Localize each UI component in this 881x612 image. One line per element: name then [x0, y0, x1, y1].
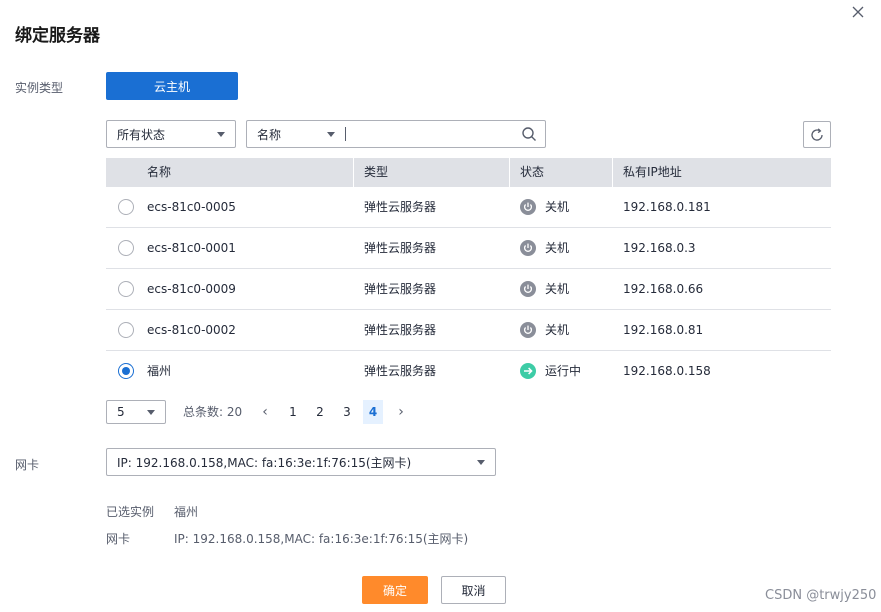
- row-ip: 192.168.0.181: [623, 200, 711, 214]
- nic-label: 网卡: [15, 458, 40, 472]
- row-radio[interactable]: [118, 322, 134, 338]
- cancel-button[interactable]: 取消: [441, 576, 506, 604]
- row-status: 关机: [545, 323, 570, 337]
- row-name: ecs-81c0-0001: [147, 241, 236, 255]
- row-ip: 192.168.0.66: [623, 282, 704, 296]
- instance-type-label: 实例类型: [15, 81, 64, 95]
- row-name: 福州: [147, 364, 172, 378]
- page-size-value: 5: [117, 405, 125, 419]
- refresh-button[interactable]: [803, 121, 831, 148]
- row-type: 弹性云服务器: [364, 323, 437, 337]
- table-row[interactable]: ecs-81c0-0005 弹性云服务器 关机 192.168.0.181: [106, 187, 831, 228]
- next-page-icon[interactable]: ›: [393, 400, 409, 424]
- power-icon: [520, 281, 536, 297]
- row-type: 弹性云服务器: [364, 282, 437, 296]
- row-status: 关机: [545, 282, 570, 296]
- chevron-down-icon: [477, 460, 485, 465]
- table-row[interactable]: ecs-81c0-0001 弹性云服务器 关机 192.168.0.3: [106, 228, 831, 269]
- prev-page-icon[interactable]: ‹: [257, 400, 273, 424]
- row-name: ecs-81c0-0002: [147, 323, 236, 337]
- nic-select[interactable]: IP: 192.168.0.158,MAC: fa:16:3e:1f:76:15…: [106, 448, 496, 476]
- selected-nic-label: 网卡: [106, 532, 131, 546]
- row-name: ecs-81c0-0005: [147, 200, 236, 214]
- row-radio-selected[interactable]: [118, 363, 134, 379]
- column-separator: [509, 158, 510, 187]
- nic-select-value: IP: 192.168.0.158,MAC: fa:16:3e:1f:76:15…: [117, 455, 412, 470]
- dialog-title: 绑定服务器: [15, 26, 100, 46]
- running-arrow-icon: [520, 363, 536, 379]
- search-field-value: 名称: [257, 127, 282, 142]
- column-header-status: 状态: [520, 165, 545, 179]
- selected-nic-value: IP: 192.168.0.158,MAC: fa:16:3e:1f:76:15…: [174, 532, 469, 546]
- column-header-name: 名称: [147, 165, 172, 179]
- confirm-button[interactable]: 确定: [362, 576, 428, 604]
- row-ip: 192.168.0.81: [623, 323, 704, 337]
- row-status: 运行中: [545, 364, 582, 378]
- row-name: ecs-81c0-0009: [147, 282, 236, 296]
- row-type: 弹性云服务器: [364, 241, 437, 255]
- column-separator: [612, 158, 613, 187]
- row-radio[interactable]: [118, 199, 134, 215]
- status-filter-value: 所有状态: [117, 127, 166, 142]
- row-type: 弹性云服务器: [364, 200, 437, 214]
- pagination: 5 总条数: 20 ‹ 1 2 3 4 ›: [106, 400, 426, 424]
- row-radio[interactable]: [118, 281, 134, 297]
- row-status: 关机: [545, 200, 570, 214]
- table-row[interactable]: 福州 弹性云服务器 运行中 192.168.0.158: [106, 351, 831, 392]
- refresh-icon: [811, 127, 823, 141]
- table-row[interactable]: ecs-81c0-0002 弹性云服务器 关机 192.168.0.81: [106, 310, 831, 351]
- search-icon[interactable]: [521, 126, 537, 142]
- page-1[interactable]: 1: [283, 400, 303, 424]
- selected-instance-value: 福州: [174, 505, 199, 519]
- watermark: CSDN @trwjy250: [765, 588, 877, 603]
- power-icon: [520, 322, 536, 338]
- row-radio[interactable]: [118, 240, 134, 256]
- row-type: 弹性云服务器: [364, 364, 437, 378]
- chevron-down-icon: [217, 132, 225, 137]
- row-ip: 192.168.0.158: [623, 364, 711, 378]
- table-body: ecs-81c0-0005 弹性云服务器 关机 192.168.0.181 ec…: [106, 187, 831, 392]
- cursor-divider: [345, 127, 346, 141]
- chevron-down-icon: [147, 410, 155, 415]
- row-ip: 192.168.0.3: [623, 241, 696, 255]
- status-filter-select[interactable]: 所有状态: [106, 120, 236, 148]
- column-header-type: 类型: [364, 165, 389, 179]
- row-status: 关机: [545, 241, 570, 255]
- power-icon: [520, 199, 536, 215]
- total-count: 总条数: 20: [183, 405, 243, 419]
- search-field-select[interactable]: 名称: [247, 121, 343, 147]
- selected-instance-label: 已选实例: [106, 505, 155, 519]
- close-icon[interactable]: [850, 4, 866, 20]
- table-row[interactable]: ecs-81c0-0009 弹性云服务器 关机 192.168.0.66: [106, 269, 831, 310]
- cloud-host-button[interactable]: 云主机: [106, 72, 238, 100]
- page-2[interactable]: 2: [310, 400, 330, 424]
- power-icon: [520, 240, 536, 256]
- page-4-current[interactable]: 4: [363, 400, 383, 424]
- column-header-ip: 私有IP地址: [623, 165, 682, 179]
- search-input[interactable]: [351, 123, 511, 145]
- column-separator: [353, 158, 354, 187]
- table-header: 名称 类型 状态 私有IP地址: [106, 158, 831, 187]
- page-3[interactable]: 3: [337, 400, 357, 424]
- search-box: 名称: [246, 120, 546, 148]
- chevron-down-icon: [327, 132, 335, 137]
- page-size-select[interactable]: 5: [106, 400, 166, 424]
- server-table: 名称 类型 状态 私有IP地址 ecs-81c0-0005 弹性云服务器 关机 …: [106, 158, 831, 392]
